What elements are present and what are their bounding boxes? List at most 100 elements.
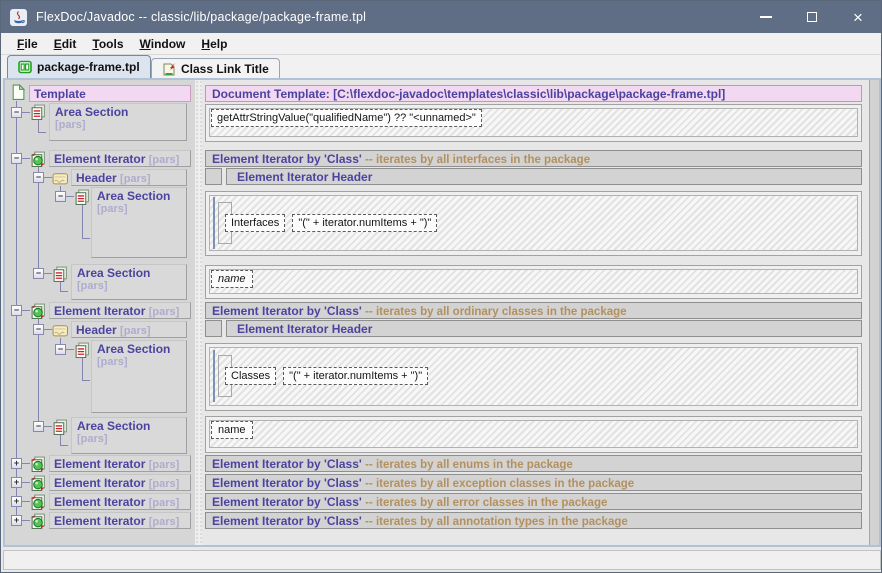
name-expression-box[interactable]: name: [211, 421, 253, 439]
tree-expand-handle[interactable]: +: [11, 515, 22, 526]
tree-collapse-handle[interactable]: −: [11, 153, 22, 164]
iterator-header-bar[interactable]: Element Iterator Header: [226, 168, 862, 185]
tree-connector: [38, 319, 39, 426]
menu-help[interactable]: Help: [193, 35, 235, 53]
iterator-header-block[interactable]: [205, 320, 222, 337]
tree-collapse-handle[interactable]: −: [33, 172, 44, 183]
hatched-area: [209, 269, 858, 294]
tree-node-pars: [pars]: [97, 356, 128, 368]
text-box[interactable]: Classes: [225, 367, 276, 385]
tree-expand-handle[interactable]: +: [11, 458, 22, 469]
vertical-scrollbar[interactable]: [869, 80, 879, 545]
tree-node-label: Header: [76, 323, 117, 337]
menu-file[interactable]: File: [9, 35, 46, 53]
tree-expand-handle[interactable]: +: [11, 477, 22, 488]
document-template-header[interactable]: Document Template: [C:\flexdoc-javadoc\t…: [205, 85, 862, 102]
tab-class-link-title[interactable]: Class Link Title: [151, 58, 280, 78]
element-iterator-bar[interactable]: Element Iterator by 'Class' -- iterates …: [205, 455, 862, 472]
tree-connector: [38, 132, 46, 133]
tree-connector: [60, 445, 68, 446]
tab-package-frame[interactable]: package-frame.tpl: [7, 55, 151, 78]
window-title: FlexDoc/Javadoc -- classic/lib/package/p…: [36, 10, 366, 24]
tree-node-area-section[interactable]: Area Section [pars]: [49, 103, 187, 141]
header-group-box[interactable]: Classes "(" + iterator.numItems + ")": [213, 350, 215, 402]
tree-connector: [60, 281, 61, 291]
expression-box[interactable]: getAttrStringValue("qualifiedName") ?? "…: [211, 109, 482, 127]
element-iterator-bar[interactable]: Element Iterator by 'Class' -- iterates …: [205, 512, 862, 529]
tree-node-element-iterator[interactable]: Element Iterator [pars]: [49, 302, 191, 319]
text-box[interactable]: Interfaces: [225, 214, 285, 232]
expression-box[interactable]: "(" + iterator.numItems + ")": [283, 367, 428, 385]
tree-collapse-handle[interactable]: −: [33, 421, 44, 432]
panel-divider[interactable]: [195, 80, 202, 545]
element-iterator-bar[interactable]: Element Iterator by 'Class' -- iterates …: [205, 493, 862, 510]
menu-tools[interactable]: Tools: [84, 35, 131, 53]
tree-collapse-handle[interactable]: −: [11, 305, 22, 316]
tree-node-area-section[interactable]: Area Section [pars]: [91, 187, 187, 258]
class-link-icon: [162, 62, 176, 76]
header-group-box[interactable]: Interfaces "(" + iterator.numItems + ")": [213, 197, 215, 249]
tree-node-label: Element Iterator: [54, 495, 145, 509]
tree-connector: [66, 349, 74, 350]
document-panel: Document Template: [C:\flexdoc-javadoc\t…: [202, 80, 869, 545]
tree-collapse-handle[interactable]: −: [55, 191, 66, 202]
tree-node-pars: [pars]: [120, 325, 151, 337]
area-section-icon: [30, 104, 46, 120]
iterator-title: Element Iterator by 'Class': [212, 304, 362, 318]
title-bar: FlexDoc/Javadoc -- classic/lib/package/p…: [1, 1, 881, 33]
tree-node-area-section[interactable]: Area Section [pars]: [91, 340, 187, 413]
template-tree-panel: Template − Area Section [pars] − Element…: [5, 80, 195, 545]
tree-connector: [22, 463, 30, 464]
header-group-inner: Interfaces "(" + iterator.numItems + ")": [218, 202, 232, 244]
tree-node-area-section[interactable]: Area Section [pars]: [71, 264, 187, 300]
tree-node-element-iterator[interactable]: Element Iterator [pars]: [49, 512, 191, 529]
tree-node-element-iterator[interactable]: Element Iterator [pars]: [49, 474, 191, 491]
element-iterator-bar[interactable]: Element Iterator by 'Class' -- iterates …: [205, 302, 862, 319]
tree-connector: [22, 158, 30, 159]
section-root-area[interactable]: getAttrStringValue("qualifiedName") ?? "…: [205, 104, 862, 142]
tree-collapse-handle[interactable]: −: [55, 344, 66, 355]
element-iterator-bar[interactable]: Element Iterator by 'Class' -- iterates …: [205, 150, 862, 167]
tree-expand-handle[interactable]: +: [11, 496, 22, 507]
maximize-button[interactable]: [789, 1, 835, 33]
element-iterator-icon: [30, 151, 46, 167]
iterator-header-bar[interactable]: Element Iterator Header: [226, 320, 862, 337]
tree-collapse-handle[interactable]: −: [33, 324, 44, 335]
iterator-comment: -- iterates by all ordinary classes in t…: [365, 306, 626, 318]
tree-connector: [22, 112, 30, 113]
tree-node-element-iterator[interactable]: Element Iterator [pars]: [49, 493, 191, 510]
iterator-body-area[interactable]: name: [205, 416, 862, 453]
element-iterator-icon: [30, 456, 46, 472]
tree-node-label: Element Iterator: [54, 476, 145, 490]
app-window: FlexDoc/Javadoc -- classic/lib/package/p…: [0, 0, 882, 573]
tree-connector: [82, 380, 90, 381]
element-iterator-bar[interactable]: Element Iterator by 'Class' -- iterates …: [205, 474, 862, 491]
tree-node-label: Area Section: [77, 266, 150, 280]
menu-window[interactable]: Window: [132, 35, 194, 53]
menu-edit[interactable]: Edit: [46, 35, 85, 53]
tree-collapse-handle[interactable]: −: [11, 107, 22, 118]
area-section-icon: [52, 419, 68, 435]
tree-node-element-iterator[interactable]: Element Iterator [pars]: [49, 455, 191, 472]
tree-node-pars: [pars]: [149, 478, 180, 490]
expression-box[interactable]: "(" + iterator.numItems + ")": [292, 214, 437, 232]
tree-collapse-handle[interactable]: −: [33, 268, 44, 279]
status-bar: [3, 550, 881, 570]
iterator-header-area[interactable]: Interfaces "(" + iterator.numItems + ")": [205, 191, 862, 256]
iterator-header-block[interactable]: [205, 168, 222, 185]
iterator-body-area[interactable]: name: [205, 265, 862, 299]
iterator-header-area[interactable]: Classes "(" + iterator.numItems + ")": [205, 343, 862, 411]
tree-node-header[interactable]: Header [pars]: [71, 321, 187, 338]
tab-label: Class Link Title: [181, 62, 269, 76]
close-icon: ×: [853, 9, 863, 26]
name-expression-box[interactable]: name: [211, 270, 253, 288]
close-button[interactable]: ×: [835, 1, 881, 33]
tree-node-pars: [pars]: [149, 459, 180, 471]
tree-connector: [22, 501, 30, 502]
tree-node-header[interactable]: Header [pars]: [71, 169, 187, 186]
minimize-button[interactable]: [743, 1, 789, 33]
tree-node-template[interactable]: Template: [29, 85, 191, 102]
tree-node-area-section[interactable]: Area Section [pars]: [71, 417, 187, 454]
tree-node-element-iterator[interactable]: Element Iterator [pars]: [49, 150, 191, 167]
iterator-comment: -- iterates by all annotation types in t…: [365, 516, 628, 528]
